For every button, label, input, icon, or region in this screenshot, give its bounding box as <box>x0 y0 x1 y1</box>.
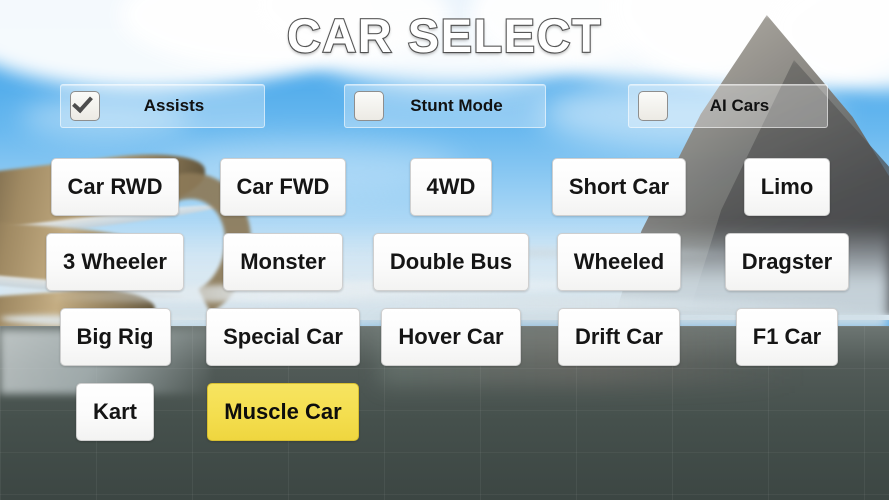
game-screen: CAR SELECT Assists Stunt Mode AI Cars Ca… <box>0 0 889 500</box>
car-button-dragster[interactable]: Dragster <box>724 233 850 291</box>
toggle-ai-cars-label: AI Cars <box>709 96 770 115</box>
car-cell: Car FWD <box>199 158 367 216</box>
car-cell: Drift Car <box>535 308 703 366</box>
car-cell-empty <box>535 383 703 441</box>
car-button-drift-car[interactable]: Drift Car <box>557 308 680 366</box>
menu-overlay: CAR SELECT Assists Stunt Mode AI Cars Ca… <box>0 0 889 500</box>
car-cell-empty <box>703 383 871 441</box>
car-button-f1-car[interactable]: F1 Car <box>735 308 839 366</box>
car-button-car-rwd[interactable]: Car RWD <box>50 158 180 216</box>
car-button-muscle-car[interactable]: Muscle Car <box>207 383 359 441</box>
car-cell: Big Rig <box>31 308 199 366</box>
car-button-big-rig[interactable]: Big Rig <box>59 308 171 366</box>
car-cell: 3 Wheeler <box>31 233 199 291</box>
page-title: CAR SELECT <box>286 8 603 63</box>
toggle-assists-label: Assists <box>143 96 205 115</box>
car-cell: Short Car <box>535 158 703 216</box>
car-button-kart[interactable]: Kart <box>75 383 154 441</box>
car-button-special-car[interactable]: Special Car <box>206 308 360 366</box>
car-button-short-car[interactable]: Short Car <box>551 158 687 216</box>
options-toggle-row: Assists Stunt Mode AI Cars <box>0 84 889 128</box>
car-button-3-wheeler[interactable]: 3 Wheeler <box>46 233 184 291</box>
toggle-stunt-mode-label: Stunt Mode <box>410 96 503 115</box>
car-row: Kart Muscle Car <box>31 383 859 441</box>
car-cell: Limo <box>703 158 871 216</box>
car-cell: F1 Car <box>703 308 871 366</box>
check-icon[interactable] <box>70 91 100 121</box>
car-cell: Kart <box>31 383 199 441</box>
car-button-wheeled[interactable]: Wheeled <box>556 233 682 291</box>
car-button-hover-car[interactable]: Hover Car <box>381 308 521 366</box>
car-button-4wd[interactable]: 4WD <box>409 158 493 216</box>
car-button-monster[interactable]: Monster <box>223 233 343 291</box>
car-button-limo[interactable]: Limo <box>743 158 831 216</box>
car-cell: Double Bus <box>367 233 535 291</box>
car-button-double-bus[interactable]: Double Bus <box>372 233 530 291</box>
car-cell: Monster <box>199 233 367 291</box>
car-cell: Special Car <box>199 308 367 366</box>
check-mark-icon <box>72 91 93 114</box>
car-row: 3 Wheeler Monster Double Bus Wheeled Dragste… <box>31 233 859 291</box>
toggle-ai-cars[interactable]: AI Cars <box>628 84 828 128</box>
toggle-assists[interactable]: Assists <box>60 84 265 128</box>
car-cell: Dragster <box>703 233 871 291</box>
car-button-car-fwd[interactable]: Car FWD <box>219 158 347 216</box>
car-cell: Car RWD <box>31 158 199 216</box>
check-icon[interactable] <box>638 91 668 121</box>
car-cell: 4WD <box>367 158 535 216</box>
car-cell-empty <box>367 383 535 441</box>
car-cell: Wheeled <box>535 233 703 291</box>
car-cell: Muscle Car <box>199 383 367 441</box>
toggle-stunt-mode[interactable]: Stunt Mode <box>344 84 546 128</box>
car-row: Car RWD Car FWD 4WD Short Car Limo <box>31 158 859 216</box>
car-selection-grid: Car RWD Car FWD 4WD Short Car Limo 3 Wheeler M… <box>31 158 859 441</box>
car-row: Big Rig Special Car Hover Car Drift Car F1 C… <box>31 308 859 366</box>
car-cell: Hover Car <box>367 308 535 366</box>
check-icon[interactable] <box>354 91 384 121</box>
